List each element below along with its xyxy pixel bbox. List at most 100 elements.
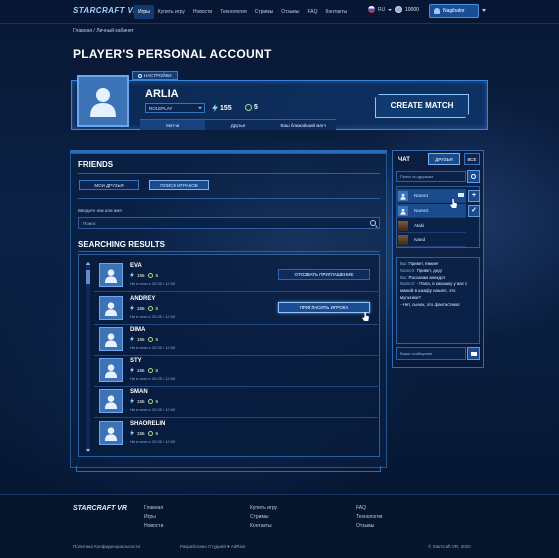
chat-friend-item[interactable]: Name1 — [396, 189, 466, 203]
player-avatar[interactable] — [99, 389, 123, 413]
chat-title: ЧАТ — [398, 157, 410, 163]
privacy-policy-link[interactable]: Политика Конфиденциальности — [73, 544, 140, 549]
player-name[interactable]: EVA — [130, 263, 142, 269]
divider — [78, 173, 380, 174]
tab-my-friends[interactable]: МОИ ДРУЗЬЯ — [79, 180, 139, 190]
breadcrumb[interactable]: Главная / Личный кабинет — [73, 28, 134, 34]
hand-cursor-icon — [362, 312, 369, 321]
friend-name: Name2 — [414, 208, 429, 213]
nav-item-contacts[interactable]: Контакты — [322, 5, 352, 19]
player-name[interactable]: STY — [130, 358, 142, 364]
footer-link-home[interactable]: Главная — [144, 505, 163, 511]
nav-item-faq[interactable]: FAQ — [304, 5, 322, 19]
settings-tab[interactable]: НАСТРОЙКИ — [132, 71, 178, 80]
footer-link-contacts[interactable]: Контакты — [250, 523, 272, 529]
friend-avatar — [398, 235, 408, 245]
user-dropdown-caret-icon[interactable] — [482, 9, 486, 12]
nav-item-news[interactable]: Новости — [189, 5, 216, 19]
chat-tab-all[interactable]: ВСЕ — [464, 153, 480, 165]
player-stats: 155 5 — [130, 336, 158, 342]
confirm-friend-button[interactable]: ✓ — [468, 205, 480, 217]
envelope-icon[interactable] — [458, 193, 464, 197]
nav-item-streams[interactable]: Стримы — [251, 5, 278, 19]
account-tabs: Матчи Друзья Ваш ближайший матч — [140, 119, 336, 130]
chat-message: Вы: Привет, ёжкин! — [400, 261, 476, 268]
nav-item-games[interactable]: Игры — [134, 5, 154, 19]
player-avatar[interactable] — [99, 421, 123, 445]
footer-link-games[interactable]: Игры — [144, 514, 156, 520]
player-row: STY 155 5 Не в сети с 20.05 / 12:00 — [94, 355, 378, 387]
scroll-up-icon[interactable] — [85, 262, 90, 265]
footer-link-faq[interactable]: FAQ — [356, 505, 366, 511]
footer-link-streams[interactable]: Стримы — [250, 514, 269, 520]
role-select[interactable]: ROLEPLAY — [145, 103, 205, 113]
scroll-thumb[interactable] — [86, 270, 90, 284]
chat-friend-item[interactable]: Ivand — [396, 233, 466, 247]
player-row: ANDREY 155 5 Не в сети с 20.05 / 12:00 ПР… — [94, 293, 378, 325]
footer-link-reviews[interactable]: Отзывы — [356, 523, 374, 529]
chat-send-button[interactable] — [467, 347, 480, 360]
language-switcher[interactable]: RU — [368, 6, 393, 13]
rank-icon — [147, 367, 153, 373]
footer-link-technology[interactable]: Технология — [356, 514, 382, 520]
chevron-down-icon — [198, 107, 202, 109]
chat-friend-item[interactable]: Ataki — [396, 219, 466, 233]
message-text: Расскажи анекдот — [407, 274, 446, 280]
add-friend-button[interactable]: + — [468, 190, 480, 202]
divider — [78, 251, 380, 252]
results-scrollbar[interactable] — [85, 262, 90, 452]
energy-value: 155 — [137, 305, 145, 311]
player-stats: 155 5 — [130, 430, 158, 436]
invite-player-button[interactable]: ПРИГЛАСИТЬ ИГРОКА — [278, 302, 370, 313]
balance-value: 10000 — [405, 6, 419, 13]
chat-tab-friends[interactable]: ДРУЗЬЯ — [428, 153, 460, 165]
nav-item-technology[interactable]: Технология — [216, 5, 250, 19]
player-name[interactable]: DIMA — [130, 327, 145, 333]
player-stats: 155 5 — [130, 272, 158, 278]
revoke-invite-button[interactable]: ОТОЗВАТЬ ПРИГЛАШЕНИЕ — [278, 269, 370, 280]
rank-value: 5 — [155, 430, 159, 436]
tab-friends[interactable]: Друзья — [205, 119, 271, 130]
footer-link-buy-game[interactable]: Купить игру — [250, 505, 277, 511]
player-avatar[interactable] — [99, 263, 123, 287]
player-row: SHAORELIN 155 5 Не в сети с 20.05 / 12:00 — [94, 418, 378, 450]
create-match-button[interactable]: CREATE MATCH — [375, 94, 469, 118]
username: Nagibator — [443, 8, 465, 14]
message-author: Name2: — [400, 267, 416, 273]
role-value: ROLEPLAY — [149, 106, 173, 111]
user-silhouette-icon — [400, 208, 406, 215]
chat-search-button[interactable] — [467, 170, 480, 183]
player-name[interactable]: ANDREY — [130, 296, 155, 302]
lightning-icon — [212, 104, 218, 112]
site-logo[interactable]: STARCRAFT VR — [73, 6, 139, 15]
tab-search-players[interactable]: ПОИСК ИГРАКОВ — [149, 180, 209, 190]
rank-value: 5 — [155, 272, 159, 278]
developer-credit[interactable]: Разработано Студией ♥ AdRise — [180, 544, 245, 549]
player-avatar[interactable] — [99, 296, 123, 320]
player-online-status: Не в сети с 20.05 / 12:00 — [130, 345, 176, 350]
nav-item-buy-game[interactable]: Купить игру — [154, 5, 189, 19]
player-name[interactable]: SMAN — [130, 389, 148, 395]
user-silhouette-icon — [104, 268, 118, 283]
tab-matches[interactable]: Матчи — [140, 119, 206, 130]
user-silhouette-icon — [400, 193, 406, 200]
footer-logo[interactable]: STARCRAFT VR — [73, 505, 127, 512]
footer-link-news[interactable]: Новости — [144, 523, 163, 529]
friend-avatar — [398, 206, 408, 216]
player-name[interactable]: SHAORELIN — [130, 421, 165, 427]
player-avatar[interactable] — [99, 327, 123, 351]
player-row: DIMA 155 5 Не в сети с 20.05 / 12:00 — [94, 324, 378, 356]
user-menu-button[interactable]: Nagibator — [429, 4, 479, 18]
scroll-down-icon[interactable] — [85, 449, 90, 452]
chat-search-input[interactable]: Поиск по друзьям — [396, 171, 466, 182]
gear-icon — [138, 73, 142, 78]
player-online-status: Не в сети с 20.05 / 12:00 — [130, 281, 176, 286]
friend-name: Name1 — [414, 193, 429, 198]
tab-next-match[interactable]: Ваш ближайший матч — [270, 119, 336, 130]
search-icon[interactable] — [370, 220, 376, 226]
player-search-input[interactable]: Поиск — [78, 217, 380, 229]
friend-avatar — [398, 191, 408, 201]
nav-item-reviews[interactable]: Отзывы — [277, 5, 303, 19]
player-avatar[interactable] — [99, 358, 123, 382]
chat-message-input[interactable]: Ваше сообщение — [396, 347, 466, 360]
